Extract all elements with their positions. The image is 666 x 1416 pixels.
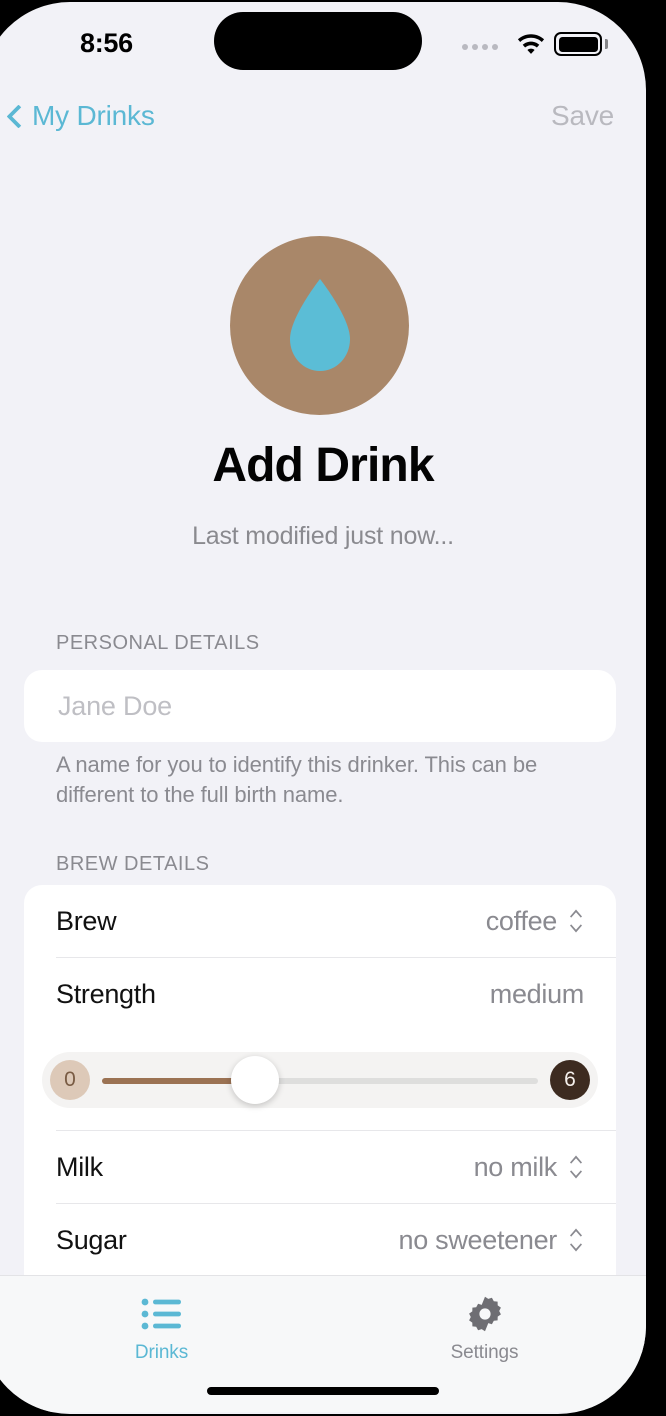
row-sugar-value: no sweetener — [398, 1224, 557, 1255]
row-brew-label: Brew — [56, 905, 117, 936]
up-down-chevron-icon — [570, 909, 582, 933]
tab-settings[interactable]: Settings — [323, 1294, 646, 1364]
dynamic-island — [214, 12, 422, 70]
row-sugar-label: Sugar — [56, 1224, 127, 1255]
tab-settings-label: Settings — [450, 1342, 519, 1363]
page-title: Add Drink — [212, 439, 434, 492]
status-bar-clock: 8:56 — [80, 28, 133, 58]
status-bar: 8:56 — [0, 2, 646, 92]
water-droplet-icon — [289, 278, 350, 371]
row-milk-value-group[interactable]: no milk — [474, 1152, 584, 1183]
row-sugar[interactable]: Sugar no sweetener — [24, 1204, 616, 1275]
tab-drinks[interactable]: Drinks — [0, 1294, 323, 1364]
drinker-name-hint: A name for you to identify this drinker.… — [56, 752, 538, 807]
row-sugar-value-group[interactable]: no sweetener — [398, 1225, 584, 1256]
up-down-chevron-icon — [570, 1155, 582, 1179]
row-milk-label: Milk — [56, 1151, 103, 1182]
form-scroll-view[interactable]: Add Drink Last modified just now... PERS… — [0, 150, 646, 1275]
wifi-icon — [516, 31, 546, 55]
drinker-name-input[interactable] — [58, 690, 582, 722]
row-strength-label: Strength — [56, 978, 156, 1009]
row-brew-value: coffee — [485, 905, 558, 936]
drink-avatar — [230, 236, 409, 415]
row-strength[interactable]: Strength medium — [24, 958, 616, 1030]
slider-min-badge: 0 — [50, 1060, 90, 1100]
up-down-chevron-icon — [570, 1228, 582, 1252]
navigation-bar: My Drinks Save — [0, 100, 646, 150]
cellular-dots-icon — [462, 44, 498, 50]
row-brew[interactable]: Brew coffee — [24, 885, 616, 957]
last-modified-subtitle: Last modified just now... — [192, 522, 454, 550]
slider-thumb[interactable] — [230, 1056, 279, 1104]
strength-slider[interactable]: 0 6 — [42, 1052, 598, 1108]
tab-bar: Drinks Settings — [0, 1275, 646, 1412]
home-indicator[interactable] — [207, 1387, 439, 1395]
drinker-name-field-container[interactable] — [24, 670, 616, 742]
back-button[interactable]: My Drinks — [8, 100, 155, 132]
app-content: 8:56 My Drinks Save Add Drink Last modif… — [0, 2, 646, 1412]
iphone-device-frame: 8:56 My Drinks Save Add Drink Last modif… — [0, 0, 666, 1416]
section-header-brew-details: BREW DETAILS — [56, 853, 210, 875]
back-button-label: My Drinks — [32, 100, 155, 131]
battery-full-icon — [554, 32, 602, 56]
row-brew-value-group[interactable]: coffee — [486, 906, 584, 937]
tab-drinks-label: Drinks — [134, 1342, 189, 1363]
save-button[interactable]: Save — [551, 100, 614, 132]
row-milk-value: no milk — [473, 1151, 558, 1182]
row-strength-value: medium — [489, 978, 585, 1009]
battery-tip-icon — [605, 39, 608, 49]
chevron-left-icon — [8, 104, 22, 128]
gear-icon — [467, 1294, 503, 1334]
row-milk[interactable]: Milk no milk — [24, 1131, 616, 1203]
section-header-personal-details: PERSONAL DETAILS — [56, 632, 260, 654]
bulleted-list-icon — [141, 1294, 183, 1334]
slider-max-badge: 6 — [550, 1060, 590, 1100]
slider-track-area[interactable] — [102, 1052, 538, 1108]
strength-slider-row[interactable]: 0 6 — [24, 1030, 616, 1130]
device-screen: 8:56 My Drinks Save Add Drink Last modif… — [0, 2, 646, 1414]
brew-details-card: Brew coffee Strength medium 0 6 Milk no … — [24, 885, 616, 1275]
